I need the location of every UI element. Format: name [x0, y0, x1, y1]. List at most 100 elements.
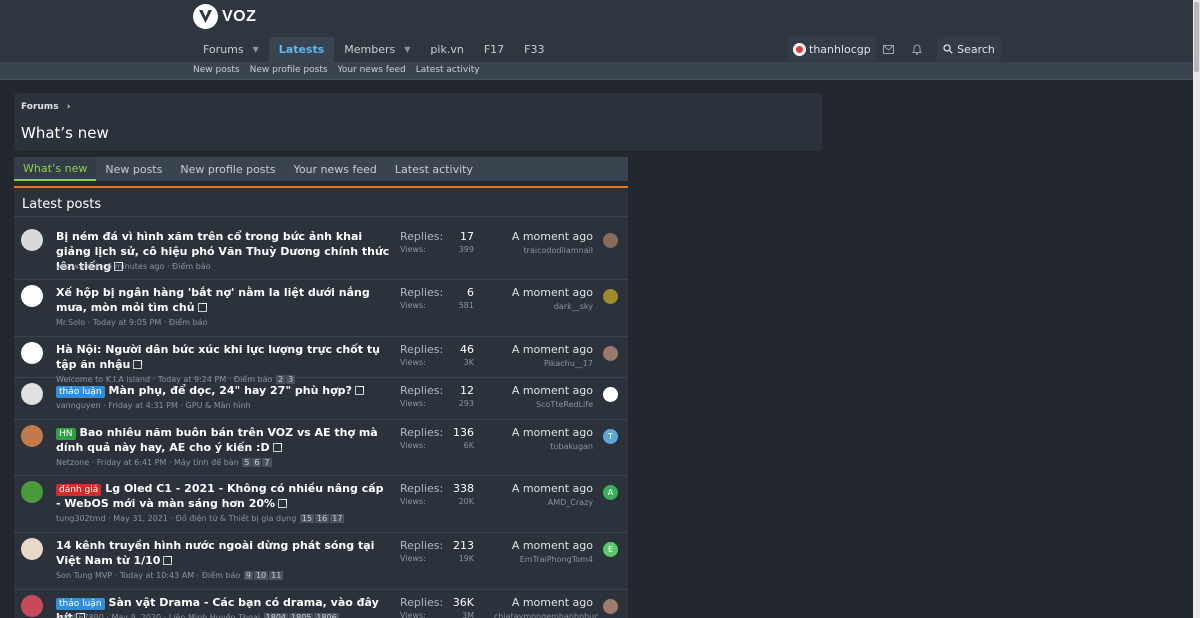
- tab-1[interactable]: What’s new: [14, 157, 97, 181]
- page-jump-link[interactable]: 1805: [289, 613, 314, 618]
- thread-title[interactable]: Xế hộp bị ngân hàng 'bắt nợ' nằm la liệt…: [56, 285, 391, 315]
- thread-forum[interactable]: Liên Minh Huyền Thoại: [169, 613, 260, 618]
- last-poster-avatar[interactable]: [603, 289, 618, 304]
- author-avatar[interactable]: [21, 481, 43, 503]
- last-post-user[interactable]: ScoTteRedLife: [494, 400, 593, 409]
- page-jump-link[interactable]: 17: [330, 514, 345, 523]
- thread-title-text[interactable]: Màn phụ, để dọc, 24" hay 27" phù hợp?: [109, 384, 352, 397]
- thread-author[interactable]: Netzone: [56, 458, 89, 467]
- last-poster-avatar[interactable]: A: [603, 485, 618, 500]
- last-post-time[interactable]: A moment ago: [494, 596, 593, 609]
- external-link-icon[interactable]: [163, 556, 173, 565]
- last-post-time[interactable]: A moment ago: [494, 286, 593, 299]
- thread-forum[interactable]: Điểm báo: [172, 262, 211, 271]
- page-jump-link[interactable]: 10: [253, 571, 269, 580]
- thread-author[interactable]: tung302tmd: [56, 514, 106, 523]
- nav-item-forums[interactable]: Forums ▼: [193, 37, 269, 62]
- subnav-link[interactable]: New posts: [193, 65, 240, 75]
- thread-prefix[interactable]: thảo luận: [56, 386, 105, 398]
- last-poster-avatar[interactable]: [603, 599, 618, 614]
- thread-title[interactable]: 14 kênh truyền hình nước ngoài dừng phát…: [56, 538, 391, 568]
- last-post-user[interactable]: Pikachu__17: [494, 359, 593, 368]
- thread-title[interactable]: HN Bao nhiêu năm buôn bán trên VOZ vs AE …: [56, 425, 391, 455]
- alerts-bell-icon[interactable]: [903, 37, 931, 61]
- user-menu-button[interactable]: thanhlocgp: [788, 37, 876, 61]
- page-jump-link[interactable]: 7: [262, 458, 272, 467]
- nav-item-latests[interactable]: Latests: [268, 37, 335, 62]
- nav-item-f33[interactable]: F33: [514, 37, 554, 62]
- subnav-link[interactable]: Latest activity: [416, 65, 480, 75]
- thread-forum[interactable]: Điểm báo: [169, 318, 208, 327]
- last-post-user[interactable]: chiataymongemhanhphuc: [494, 612, 599, 618]
- last-post-user[interactable]: EmTraiPhongTom4: [494, 555, 593, 564]
- last-post-user[interactable]: tubakugan: [494, 442, 593, 451]
- external-link-icon[interactable]: [354, 386, 364, 395]
- page-jump-link[interactable]: 16: [315, 514, 330, 523]
- thread-date[interactable]: Today at 9:05 PM: [93, 318, 162, 327]
- author-avatar[interactable]: [21, 425, 43, 447]
- conversations-icon[interactable]: [874, 37, 902, 61]
- breadcrumb-forums[interactable]: Forums: [21, 102, 59, 112]
- subnav-link[interactable]: Your news feed: [338, 65, 406, 75]
- thread-forum[interactable]: Máy tính để bàn: [174, 458, 239, 467]
- thread-date[interactable]: Friday at 6:41 PM: [97, 458, 167, 467]
- thread-author[interactable]: Mr.Solo: [56, 318, 85, 327]
- thread-title[interactable]: Hà Nội: Người dân bức xúc khi lực lượng …: [56, 342, 391, 372]
- thread-forum[interactable]: GPU & Màn hình: [186, 401, 251, 410]
- external-link-icon[interactable]: [278, 499, 288, 508]
- thread-prefix[interactable]: thảo luận: [56, 598, 105, 610]
- last-poster-avatar[interactable]: [603, 346, 618, 361]
- author-avatar[interactable]: [21, 538, 43, 560]
- thread-date[interactable]: May 9, 2020: [111, 613, 161, 618]
- tab-2[interactable]: New posts: [96, 157, 171, 181]
- thread-title-text[interactable]: 14 kênh truyền hình nước ngoài dừng phát…: [56, 539, 374, 567]
- author-avatar[interactable]: [21, 342, 43, 364]
- subnav-link[interactable]: New profile posts: [250, 65, 328, 75]
- scrollbar-thumb[interactable]: [1194, 2, 1199, 72]
- thread-date[interactable]: Friday at 4:31 PM: [108, 401, 178, 410]
- last-post-time[interactable]: A moment ago: [494, 343, 593, 356]
- last-poster-avatar[interactable]: E: [603, 542, 618, 557]
- tab-4[interactable]: Your news feed: [285, 157, 386, 181]
- last-post-time[interactable]: A moment ago: [494, 539, 593, 552]
- last-post-time[interactable]: A moment ago: [494, 384, 593, 397]
- caret-down-icon[interactable]: ▼: [253, 45, 259, 54]
- thread-author[interactable]: voz.walnut: [56, 262, 99, 271]
- page-jump-link[interactable]: 1806: [314, 613, 339, 618]
- nav-item-pik-vn[interactable]: pik.vn: [420, 37, 473, 62]
- thread-title[interactable]: thảo luận Màn phụ, để dọc, 24" hay 27" ph…: [56, 383, 391, 398]
- thread-prefix[interactable]: HN: [56, 428, 76, 440]
- thread-forum[interactable]: Đồ điện tử & Thiết bị gia dụng: [176, 514, 297, 523]
- thread-prefix[interactable]: đánh giá: [56, 484, 102, 496]
- external-link-icon[interactable]: [272, 443, 282, 452]
- author-avatar[interactable]: [21, 383, 43, 405]
- last-poster-avatar[interactable]: T: [603, 429, 618, 444]
- page-scrollbar[interactable]: [1193, 0, 1200, 618]
- breadcrumb[interactable]: Forums ›: [21, 102, 70, 112]
- last-post-time[interactable]: A moment ago: [494, 230, 593, 243]
- thread-date[interactable]: Today at 10:43 AM: [120, 571, 194, 580]
- last-post-user[interactable]: traicododilamnail: [494, 246, 593, 255]
- tab-5[interactable]: Latest activity: [386, 157, 482, 181]
- thread-author[interactable]: Son Tung MVP: [56, 571, 112, 580]
- tab-3[interactable]: New profile posts: [171, 157, 284, 181]
- last-post-user[interactable]: AMD_Crazy: [494, 498, 593, 507]
- page-jump-link[interactable]: 1804: [263, 613, 289, 618]
- last-post-user[interactable]: dark__sky: [494, 302, 593, 311]
- nav-item-f17[interactable]: F17: [474, 37, 514, 62]
- external-link-icon[interactable]: [133, 360, 143, 369]
- external-link-icon[interactable]: [197, 303, 207, 312]
- page-jump-link[interactable]: 11: [269, 571, 284, 580]
- thread-forum[interactable]: Điểm báo: [202, 571, 241, 580]
- last-poster-avatar[interactable]: [603, 387, 618, 402]
- author-avatar[interactable]: [21, 229, 43, 251]
- caret-down-icon[interactable]: ▼: [404, 45, 410, 54]
- author-avatar[interactable]: [21, 595, 43, 617]
- thread-date[interactable]: 6 minutes ago: [107, 262, 164, 271]
- last-poster-avatar[interactable]: [603, 233, 618, 248]
- thread-author[interactable]: gelu567890: [56, 613, 104, 618]
- nav-item-members[interactable]: Members ▼: [334, 37, 420, 62]
- voz-logo[interactable]: VOZ: [193, 4, 256, 29]
- page-jump-link[interactable]: 15: [299, 514, 315, 523]
- search-button[interactable]: Search: [937, 37, 1001, 61]
